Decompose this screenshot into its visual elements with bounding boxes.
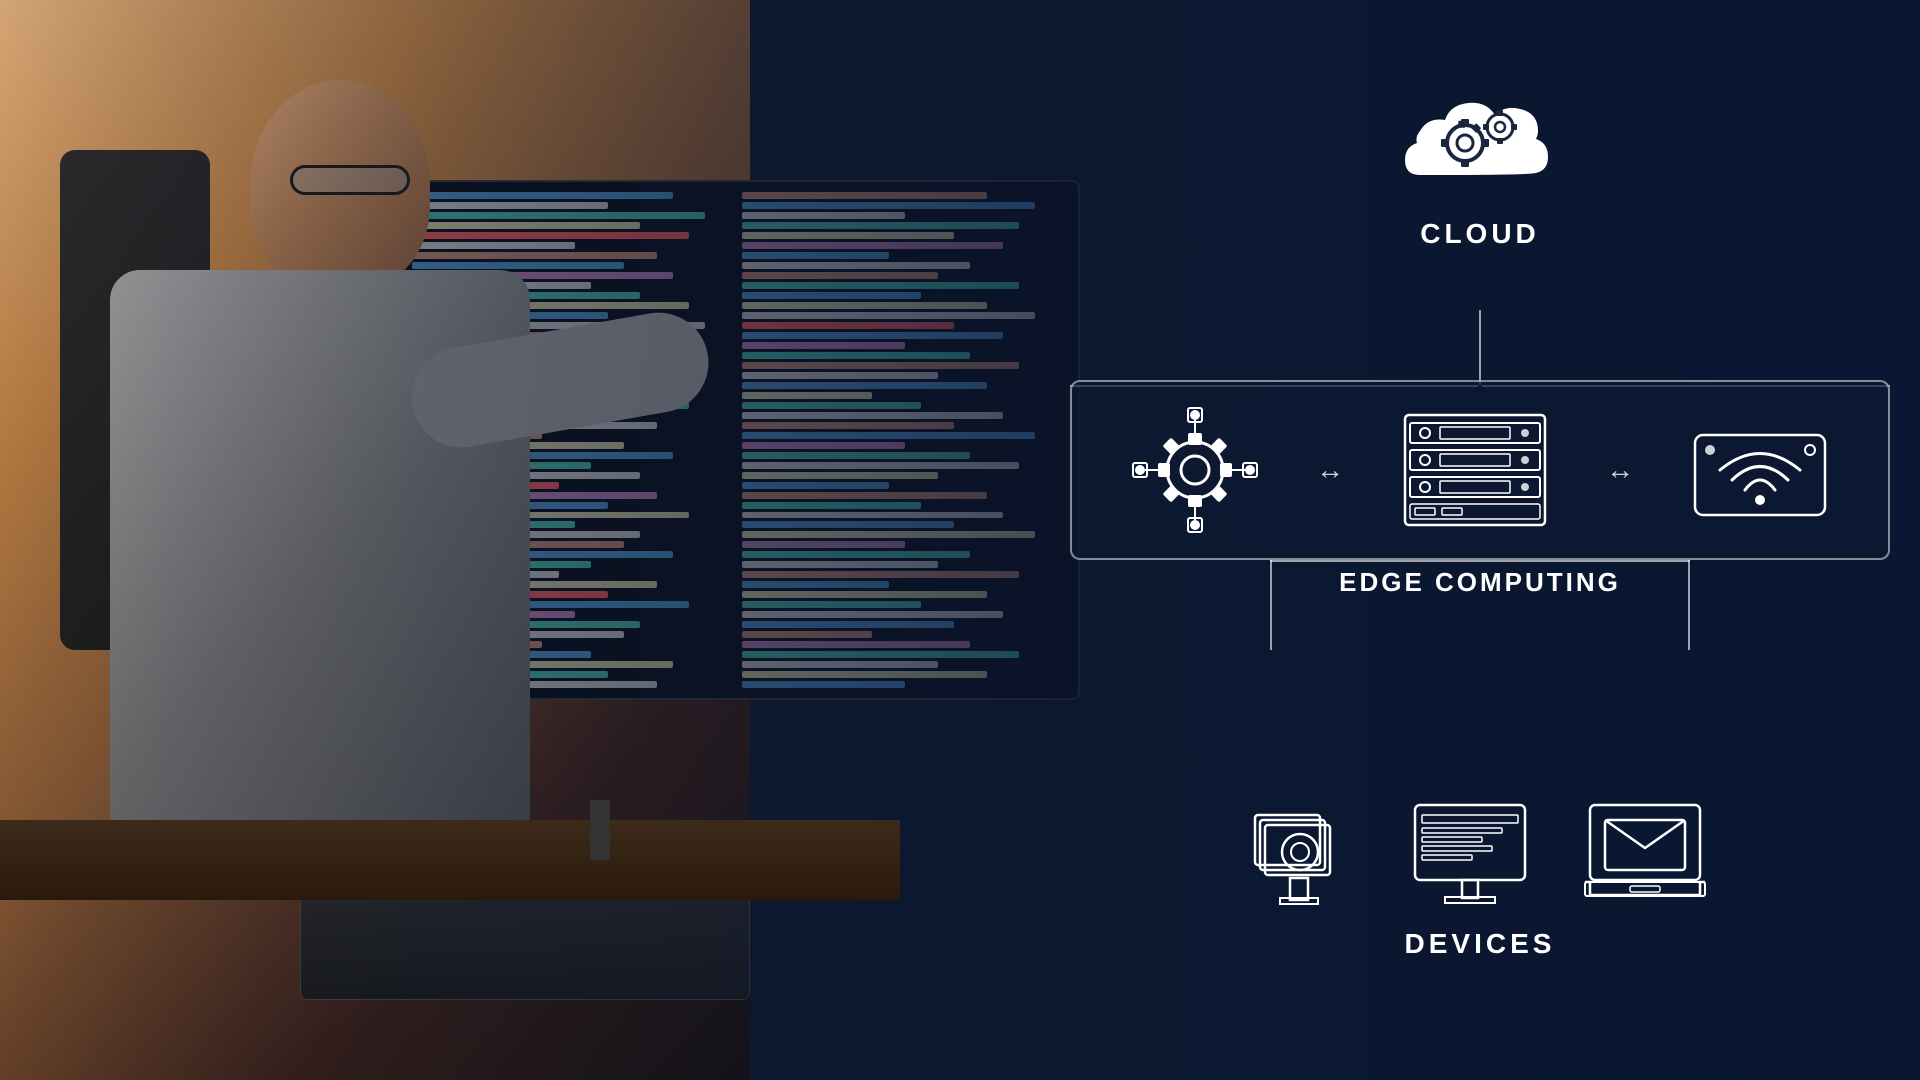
- laptop-device-icon: [1580, 800, 1710, 910]
- cloud-label: CLOUD: [1420, 218, 1540, 250]
- processor-icon: [1130, 405, 1260, 535]
- devices-label: DEVICES: [1405, 928, 1556, 960]
- desktop-svg: [1410, 800, 1530, 910]
- cloud-svg: [1390, 85, 1570, 205]
- laptop-svg: [1580, 800, 1710, 910]
- cloud-icon-wrap: [1390, 80, 1570, 210]
- diagram-container: CLOUD: [1070, 80, 1890, 980]
- processor-svg: [1130, 405, 1260, 535]
- monitor-stand: [590, 800, 610, 860]
- connector-cloud-to-edge: [1479, 310, 1481, 385]
- edge-label: EDGE COMPUTING: [1339, 567, 1621, 598]
- cloud-section: CLOUD: [1390, 80, 1570, 250]
- camera-svg: [1250, 800, 1360, 910]
- server-svg: [1400, 405, 1550, 535]
- server-rack-icon: [1400, 405, 1550, 535]
- arrow-1: ↔: [1316, 454, 1344, 486]
- arrow-2: ↔: [1606, 454, 1634, 486]
- desktop-device-icon: [1410, 800, 1530, 910]
- camera-device-icon: [1250, 800, 1360, 910]
- devices-section: DEVICES: [1070, 800, 1890, 960]
- edge-computing-box: ↔: [1070, 380, 1890, 560]
- router-icon: [1690, 415, 1830, 525]
- router-svg: [1690, 415, 1830, 525]
- desk-surface: [0, 820, 900, 900]
- devices-icons-row: [1250, 800, 1710, 910]
- connectors-to-devices: [1070, 560, 1890, 562]
